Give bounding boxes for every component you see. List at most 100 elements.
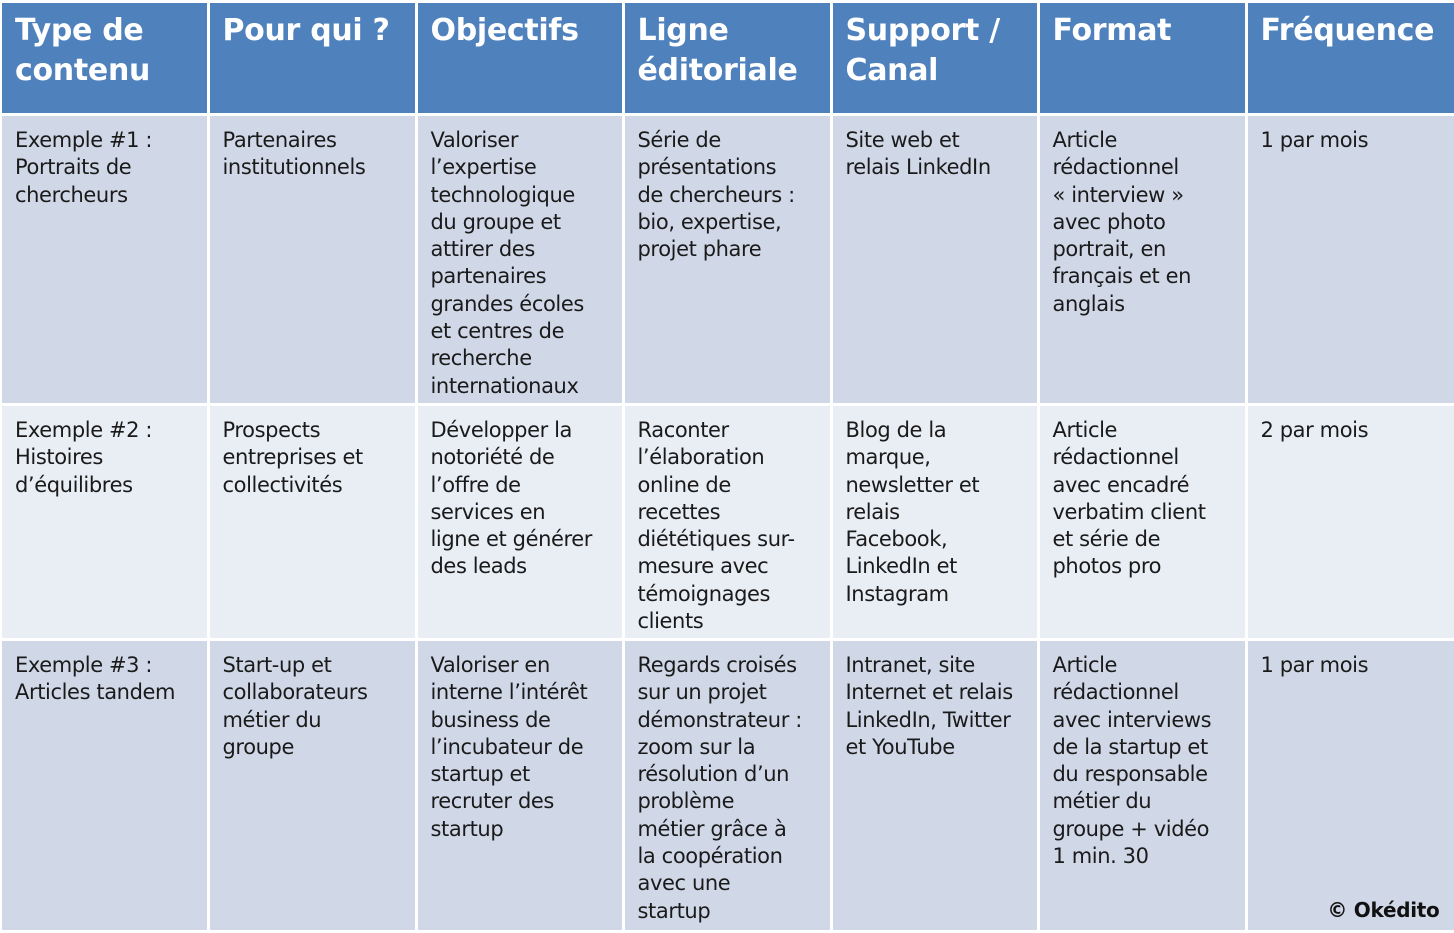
cell-text-line: 1 min. 30 — [1052, 844, 1150, 869]
cell-frequency: 1 par mois © Okédito — [1244, 638, 1454, 933]
cell-text-line: Histoires — [15, 445, 103, 470]
cell-text-line: la coopération — [637, 844, 783, 869]
header-line: Pour qui ? — [222, 13, 390, 48]
cell-channel: Site web et relais LinkedIn — [829, 113, 1040, 406]
cell-text-line: diététiques sur- — [637, 527, 796, 552]
cell-text-line: collaborateurs — [222, 680, 368, 705]
cell-text-line: Article — [1052, 128, 1118, 152]
cell-text-line: marque, — [845, 445, 931, 470]
cell-text-line: clients — [637, 609, 704, 634]
cell-text-line: notoriété de — [430, 445, 555, 470]
cell-channel: Intranet, site Internet et relais LinkedIn… — [829, 638, 1040, 933]
cell-text-line: relais LinkedIn — [845, 155, 992, 180]
cell-text-line: entreprises et — [222, 445, 364, 470]
header-line: Support / — [845, 13, 1001, 48]
header-line: Canal — [845, 53, 939, 88]
cell-text-line: collectivités — [222, 472, 343, 497]
cell-frequency: 1 par mois — [1244, 113, 1454, 406]
cell-text-line: Regards croisés — [637, 653, 798, 677]
cell-text-line: métier grâce à — [637, 816, 787, 841]
cell-text-line: recruter des — [430, 789, 555, 814]
cell-text-line: partenaires — [430, 264, 547, 289]
cell-text-line: « interview » — [1052, 182, 1185, 207]
cell-text-line: l’élaboration — [637, 445, 765, 470]
cell-text-line: institutionnels — [222, 155, 366, 180]
cell-text-line: de la startup et — [1052, 734, 1209, 759]
cell-text-line: Article — [1052, 418, 1118, 442]
cell-text-line: l’offre de — [430, 472, 522, 497]
cell-text-line: Exemple #2 : — [15, 418, 153, 442]
cell-text-line: Développer la — [430, 418, 573, 442]
cell-text-line: du responsable — [1052, 762, 1209, 787]
cell-text-line: et YouTube — [845, 734, 956, 759]
copyright-notice: © Okédito — [1327, 897, 1440, 922]
cell-text-line: de chercheurs : — [637, 182, 796, 207]
header-line: contenu — [15, 53, 151, 88]
cell-text-line: attirer des — [430, 237, 536, 262]
cell-text-line: rédactionnel — [1052, 680, 1180, 705]
header-line: Ligne — [637, 13, 729, 48]
cell-text-line: online de — [637, 472, 732, 497]
cell-text-line: témoignages — [637, 581, 771, 606]
header-line: Objectifs — [430, 13, 580, 48]
cell-frequency: 2 par mois — [1244, 403, 1454, 641]
cell-audience: Start-up et collaborateurs métier du groupe — [206, 638, 418, 933]
header-pour-qui: Pour qui ? — [206, 0, 418, 116]
cell-format: Article rédactionnel avec encadré verbatim … — [1036, 403, 1248, 641]
cell-text-line: interne l’intérêt — [430, 680, 588, 705]
cell-text-line: Instagram — [845, 581, 950, 606]
cell-text-line: Prospects — [222, 418, 321, 442]
cell-text-line: 2 par mois — [1260, 418, 1369, 442]
cell-text-line: du groupe et — [430, 209, 562, 234]
header-line: Type de — [15, 13, 144, 48]
cell-text-line: grandes écoles — [430, 291, 585, 316]
cell-text-line: Article — [1052, 653, 1118, 677]
cell-text-line: LinkedIn et — [845, 554, 958, 579]
cell-text-line: relais — [845, 499, 901, 524]
cell-text-line: LinkedIn, Twitter — [845, 707, 1011, 732]
cell-text-line: technologique — [430, 182, 576, 207]
cell-text-line: chercheurs — [15, 182, 128, 207]
header-support-canal: Support / Canal — [829, 0, 1040, 116]
header-objectifs: Objectifs — [414, 0, 625, 116]
cell-text-line: avec une — [637, 871, 731, 896]
cell-editorial-line: Raconter l’élaboration online de recettes di… — [621, 403, 833, 641]
cell-text-line: portrait, en — [1052, 237, 1167, 262]
cell-text-line: Exemple #1 : — [15, 128, 153, 152]
cell-audience: Partenaires institutionnels — [206, 113, 418, 406]
cell-text-line: internationaux — [430, 373, 579, 398]
cell-text-line: avec interviews — [1052, 707, 1212, 732]
cell-text-line: sur un projet — [637, 680, 767, 705]
cell-text-line: métier du — [1052, 789, 1152, 814]
cell-text-line: l’expertise — [430, 155, 537, 180]
cell-text-line: bio, expertise, — [637, 209, 782, 234]
table-row: Exemple #3 : Articles tandem Start-up et c… — [0, 638, 1454, 933]
cell-text-line: et centres de — [430, 319, 565, 344]
cell-objectives: Valoriser en interne l’intérêt business de… — [414, 638, 625, 933]
header-ligne-editoriale: Ligne éditoriale — [621, 0, 833, 116]
table-row: Exemple #2 : Histoires d’équilibres Prospe… — [0, 403, 1454, 641]
cell-text-line: d’équilibres — [15, 472, 133, 497]
cell-text-line: Intranet, site — [845, 653, 976, 677]
cell-text-line: newsletter et — [845, 472, 980, 497]
cell-text-line: business de — [430, 707, 551, 732]
cell-text-line: rédactionnel — [1052, 155, 1180, 180]
cell-text-line: Facebook, — [845, 527, 948, 552]
cell-audience: Prospects entreprises et collectivités — [206, 403, 418, 641]
cell-objectives: Valoriser l’expertise technologique du grou… — [414, 113, 625, 406]
cell-format: Article rédactionnel « interview » avec pho… — [1036, 113, 1248, 406]
table-body: Exemple #1 : Portraits de chercheurs Parte… — [0, 113, 1454, 933]
cell-text-line: avec encadré — [1052, 472, 1190, 497]
cell-text-line: Exemple #3 : — [15, 653, 153, 677]
cell-text-line: Raconter — [637, 418, 730, 442]
cell-text-line: Valoriser en — [430, 653, 551, 677]
cell-text-line: résolution d’un — [637, 762, 790, 787]
cell-editorial-line: Regards croisés sur un projet démonstrateu… — [621, 638, 833, 933]
cell-text-line: Portraits de — [15, 155, 132, 180]
header-line: Format — [1052, 13, 1172, 48]
cell-type: Exemple #1 : Portraits de chercheurs — [0, 113, 210, 406]
cell-text-line: services en — [430, 499, 546, 524]
cell-channel: Blog de la marque, newsletter et relais Face… — [829, 403, 1040, 641]
cell-text-line: Start-up et — [222, 653, 332, 677]
cell-text-line: 1 par mois — [1260, 653, 1369, 677]
